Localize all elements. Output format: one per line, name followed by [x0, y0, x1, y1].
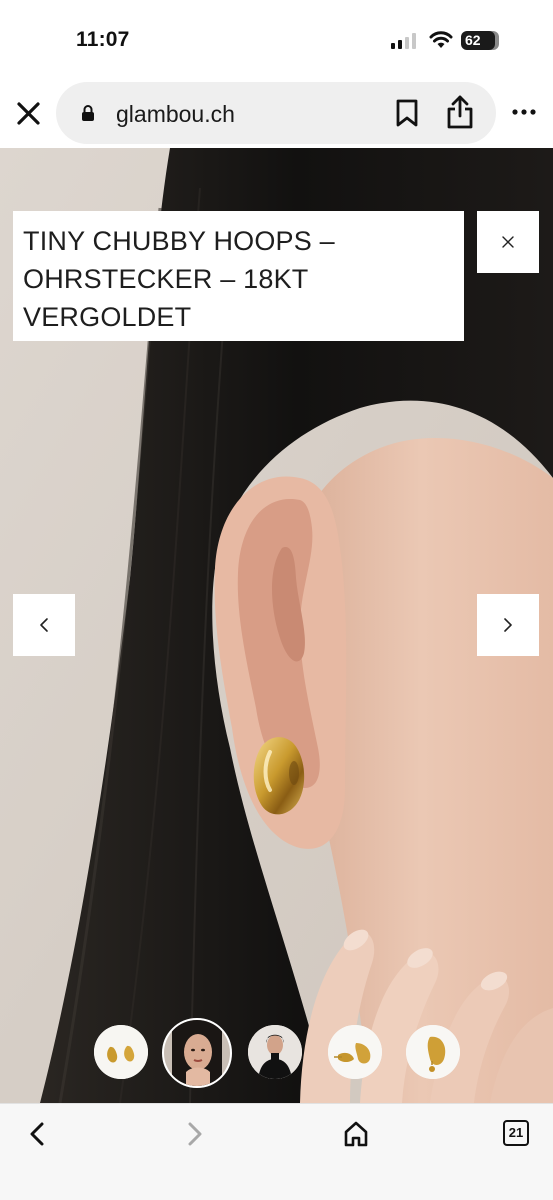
tabs-icon[interactable]: 21: [503, 1120, 529, 1146]
share-icon[interactable]: [444, 94, 476, 130]
lock-icon: [81, 104, 95, 122]
status-time: 11:07: [76, 28, 130, 51]
url-text: glambou.ch: [116, 101, 235, 127]
gallery-prev-button[interactable]: [13, 594, 75, 656]
thumbnail-single-earring[interactable]: [406, 1025, 460, 1079]
browser-address-row: glambou.ch: [0, 80, 553, 148]
thumbnail-model-portrait[interactable]: [162, 1018, 232, 1088]
chevron-right-icon: [504, 618, 512, 632]
forward-arrow-icon[interactable]: [174, 1112, 218, 1156]
browser-toolbar: 21: [0, 1103, 553, 1200]
thumbnail-model-black[interactable]: [248, 1025, 302, 1079]
thumbnail-earrings-side[interactable]: [328, 1025, 382, 1079]
cellular-signal-icon: [391, 33, 419, 49]
back-arrow-icon[interactable]: [14, 1112, 58, 1156]
product-title-box: TINY CHUBBY HOOPS – OHRSTECKER – 18KT VE…: [13, 211, 464, 341]
bookmark-icon[interactable]: [392, 98, 422, 128]
product-gallery: TINY CHUBBY HOOPS – OHRSTECKER – 18KT VE…: [0, 148, 553, 1103]
wifi-icon: [429, 31, 453, 49]
close-icon: [502, 236, 514, 248]
battery-icon: 62: [461, 31, 499, 50]
chevron-left-icon: [40, 618, 48, 632]
battery-percent: 62: [461, 31, 495, 50]
gallery-close-button[interactable]: [477, 211, 539, 273]
status-bar: 11:07 62: [0, 0, 553, 80]
address-bar[interactable]: glambou.ch: [56, 82, 496, 144]
more-icon[interactable]: [510, 102, 538, 122]
product-title: TINY CHUBBY HOOPS – OHRSTECKER – 18KT VE…: [23, 226, 335, 332]
close-icon[interactable]: [12, 97, 46, 131]
thumbnail-earrings-pair[interactable]: [94, 1025, 148, 1079]
home-icon[interactable]: [334, 1112, 378, 1156]
gallery-next-button[interactable]: [477, 594, 539, 656]
thumbnail-strip: [94, 1018, 462, 1088]
